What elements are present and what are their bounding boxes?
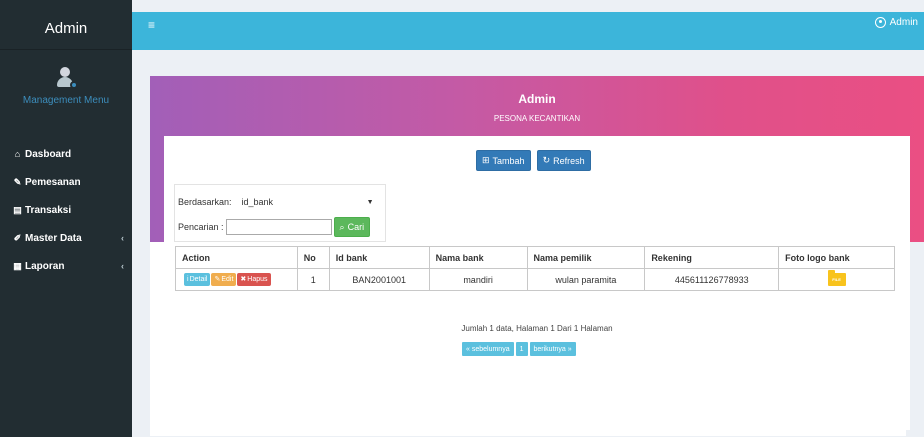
refresh-button[interactable]: ↻ Refresh bbox=[536, 150, 591, 171]
search-by-label: Berdasarkan: bbox=[178, 197, 232, 207]
search-query-label: Pencarian : bbox=[178, 222, 224, 232]
caret-down-icon: ▼ bbox=[366, 198, 374, 206]
table-row: i Detail ✎ Edit ✖ Hapus 1 BAN2001001 mandiri … bbox=[175, 268, 895, 291]
sidebar-item-label: Master Data bbox=[25, 232, 82, 244]
search-query-row: Pencarian : ⌕ Cari bbox=[178, 217, 371, 237]
sidebar-item-label: Pemesanan bbox=[25, 176, 81, 188]
column-header: Nama pemilik bbox=[526, 246, 646, 269]
user-panel: Management Menu bbox=[0, 50, 132, 122]
info-icon: i bbox=[187, 276, 189, 284]
data-panel: ⊞ Tambah ↻ Refresh Berdasarkan: id_bank … bbox=[164, 136, 910, 430]
pencil-icon: ✎ bbox=[13, 176, 22, 187]
page-subtitle: PESONA KECANTIKAN bbox=[493, 114, 581, 123]
top-navbar: ≡ Admin bbox=[132, 12, 924, 50]
column-header: No bbox=[296, 246, 330, 269]
sidebar-item-label: Transaksi bbox=[25, 204, 72, 216]
search-by-row: Berdasarkan: id_bank ▼ bbox=[178, 194, 378, 210]
cell-id-bank: BAN2001001 bbox=[328, 268, 430, 291]
sidebar-item-transaksi[interactable]: ▤ Transaksi bbox=[0, 196, 132, 224]
column-header: Nama bank bbox=[428, 246, 528, 269]
user-name: Admin bbox=[889, 17, 918, 28]
home-icon: ⌂ bbox=[14, 149, 21, 159]
edit-button[interactable]: ✎ Edit bbox=[211, 272, 237, 286]
sidebar: Admin Management Menu ⌂ Dasboard ✎ Pemes… bbox=[0, 0, 132, 437]
pagination-summary: Jumlah 1 data, Halaman 1 Dari 1 Halaman bbox=[461, 324, 613, 333]
bank-table: Action No Id bank Nama bank Nama pemilik… bbox=[175, 246, 895, 291]
edit-label: Edit bbox=[221, 275, 234, 283]
next-page-button[interactable]: berikutnya » bbox=[529, 342, 576, 356]
file-folder-icon[interactable]: FILE bbox=[827, 270, 846, 286]
search-icon: ⌕ bbox=[339, 221, 345, 232]
hamburger-menu-icon[interactable]: ≡ bbox=[148, 18, 155, 32]
sidebar-item-label: Laporan bbox=[25, 260, 65, 272]
cari-label: Cari bbox=[347, 222, 365, 232]
detail-button[interactable]: i Detail bbox=[184, 273, 211, 287]
chevron-left-icon: ‹ bbox=[121, 233, 124, 243]
user-menu[interactable]: Admin bbox=[874, 17, 918, 28]
calendar-icon: ▦ bbox=[13, 260, 22, 271]
cell-nama-pemilik: wulan paramita bbox=[526, 268, 646, 291]
column-header: Action bbox=[175, 246, 298, 269]
cell-rekening: 445611126778933 bbox=[644, 268, 780, 291]
edit-icon: ✎ bbox=[214, 276, 221, 284]
close-icon: ✖ bbox=[240, 276, 247, 284]
book-icon: ▤ bbox=[13, 204, 22, 215]
sidebar-item-label: Dasboard bbox=[25, 148, 72, 160]
column-header: Foto logo bank bbox=[778, 246, 895, 269]
tambah-label: Tambah bbox=[492, 155, 525, 166]
sidebar-item-dasboard[interactable]: ⌂ Dasboard bbox=[0, 140, 132, 168]
table-header-row: Action No Id bank Nama bank Nama pemilik… bbox=[175, 246, 895, 269]
hapus-button[interactable]: ✖ Hapus bbox=[237, 272, 271, 286]
sidebar-item-laporan[interactable]: ▦ Laporan ‹ bbox=[0, 252, 132, 280]
cari-button[interactable]: ⌕ Cari bbox=[333, 217, 371, 237]
detail-label: Detail bbox=[189, 276, 208, 284]
cell-nama-bank: mandiri bbox=[428, 268, 528, 291]
chevron-left-icon: ‹ bbox=[121, 261, 124, 271]
refresh-label: Refresh bbox=[553, 155, 585, 166]
search-by-select[interactable]: id_bank ▼ bbox=[238, 194, 378, 210]
hapus-label: Hapus bbox=[247, 275, 268, 283]
plus-square-icon: ⊞ bbox=[482, 155, 490, 165]
edit-icon: ✐ bbox=[13, 232, 22, 243]
tambah-button[interactable]: ⊞ Tambah bbox=[476, 150, 531, 171]
column-header: Rekening bbox=[644, 246, 780, 269]
cell-logo: FILE bbox=[778, 268, 895, 291]
user-settings-icon bbox=[56, 66, 78, 89]
brand-title[interactable]: Admin bbox=[0, 0, 132, 50]
management-menu-label: Management Menu bbox=[22, 94, 110, 106]
search-input[interactable] bbox=[225, 219, 332, 235]
action-cell: i Detail ✎ Edit ✖ Hapus bbox=[175, 268, 298, 291]
sidebar-item-pemesanan[interactable]: ✎ Pemesanan bbox=[0, 168, 132, 196]
search-by-value: id_bank bbox=[241, 197, 274, 207]
user-circle-icon bbox=[874, 17, 886, 28]
cell-no: 1 bbox=[296, 268, 330, 291]
pagination: « sebelumnya 1 berikutnya » bbox=[462, 342, 576, 356]
page-number-button[interactable]: 1 bbox=[515, 342, 528, 356]
refresh-icon: ↻ bbox=[542, 155, 551, 165]
toolbar: ⊞ Tambah ↻ Refresh bbox=[476, 150, 591, 171]
prev-page-button[interactable]: « sebelumnya bbox=[462, 342, 514, 356]
page-title: Admin bbox=[518, 92, 556, 106]
sidebar-item-master-data[interactable]: ✐ Master Data ‹ bbox=[0, 224, 132, 252]
column-header: Id bank bbox=[328, 246, 430, 269]
content-area: Admin PESONA KECANTIKAN ⊞ Tambah ↻ Refre… bbox=[132, 50, 924, 437]
sidebar-menu: ⌂ Dasboard ✎ Pemesanan ▤ Transaksi ✐ Mas… bbox=[0, 140, 132, 280]
